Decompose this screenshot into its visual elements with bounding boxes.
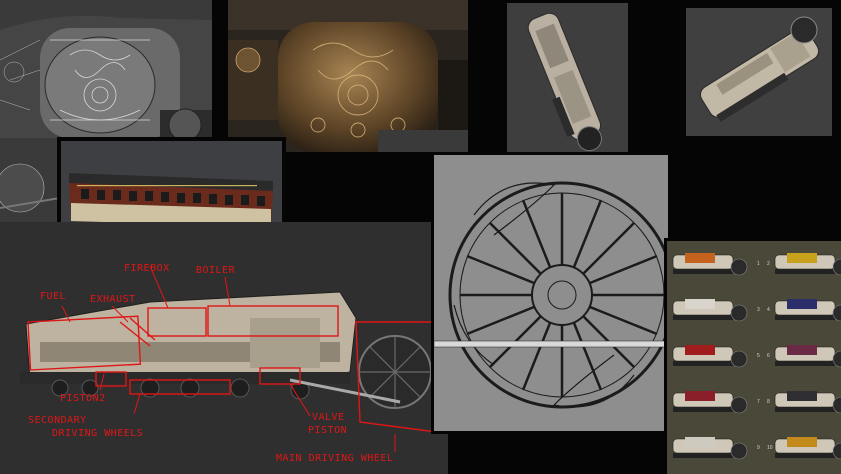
annotation-boiler: BOILER	[196, 265, 236, 276]
color-variant-number: 10	[767, 445, 773, 451]
annotation-secondary-line1: SECONDARY	[28, 415, 87, 426]
perspective-locomotive-panel	[686, 8, 832, 136]
color-variant-5: 5	[672, 345, 760, 368]
color-variant-number: 5	[757, 353, 760, 359]
annotation-main-driving-wheel: MAIN DRIVING WHEEL	[276, 453, 394, 464]
annotated-locomotive-panel: FIREBOX BOILER FUEL EXHAUST PISTON2 SECO…	[0, 222, 448, 474]
color-variant-number: 4	[767, 307, 770, 313]
color-variant-number: 7	[757, 399, 760, 405]
color-variant-1: 1	[672, 253, 760, 276]
color-variant-3: 3	[672, 299, 760, 322]
annotation-firebox: FIREBOX	[124, 263, 170, 274]
color-variant-number: 1	[757, 261, 760, 267]
clay-render-engine-panel	[0, 0, 212, 138]
color-variant-6: 6	[767, 345, 841, 368]
top-view-locomotive-image	[507, 3, 628, 163]
color-variant-number: 9	[757, 445, 760, 451]
annotation-fuel: FUEL	[40, 291, 67, 302]
annotation-valve: VALVE	[312, 412, 345, 423]
color-variant-10: 10	[767, 437, 841, 460]
color-variant-7: 7	[672, 391, 760, 414]
color-variant-number: 3	[757, 307, 760, 313]
annotation-piston2: PISTON2	[60, 393, 106, 404]
textured-engine-image	[228, 0, 468, 152]
color-variant-9: 9	[672, 437, 760, 460]
color-variant-number: 8	[767, 399, 770, 405]
clay-wheel-image	[0, 138, 60, 222]
clay-wheel-detail-panel	[0, 138, 60, 222]
top-view-locomotive-panel	[504, 0, 631, 166]
ornate-wheel-drawing	[434, 155, 668, 431]
clay-engine-image	[0, 0, 212, 138]
color-variants-grid: 1 2 3 4 5 6 7 8 9 10	[667, 241, 841, 474]
ornate-wheel-drawing-panel	[431, 152, 671, 434]
color-variant-2: 2	[767, 253, 841, 276]
annotation-secondary-line2: DRIVING WHEELS	[52, 428, 144, 439]
swatch-svg: 1 2 3 4 5 6 7 8 9 10	[672, 253, 841, 460]
color-variant-number: 6	[767, 353, 770, 359]
annotation-exhaust: EXHAUST	[90, 294, 136, 305]
color-variants-panel: 1 2 3 4 5 6 7 8 9 10	[664, 238, 841, 474]
textured-engine-render-panel	[228, 0, 468, 152]
color-variant-number: 2	[767, 261, 770, 267]
color-variant-8: 8	[767, 391, 841, 414]
annotation-piston: PISTON	[308, 425, 348, 436]
color-variant-4: 4	[767, 299, 841, 322]
perspective-locomotive-image	[686, 8, 832, 136]
